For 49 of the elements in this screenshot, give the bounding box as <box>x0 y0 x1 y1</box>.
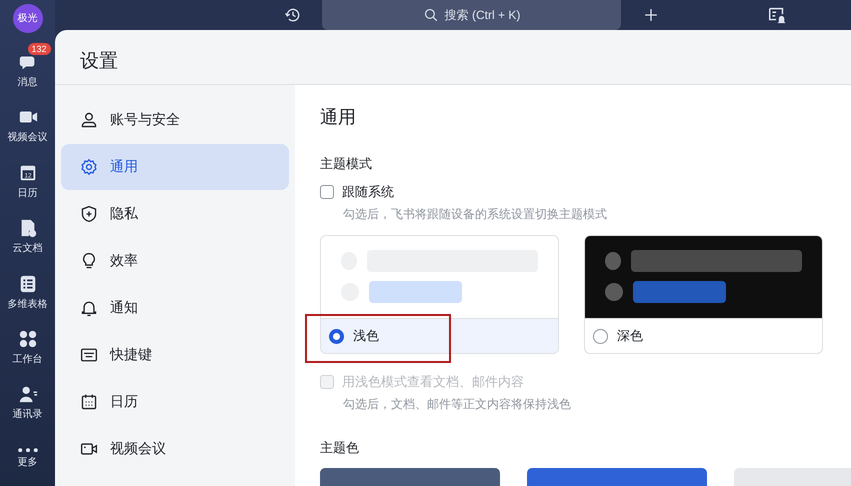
nav-item[interactable]: 云文档 <box>0 208 55 264</box>
settings-menu-item[interactable]: 效率 <box>61 238 289 284</box>
light-bulb-icon <box>80 252 98 270</box>
history-icon <box>284 6 302 24</box>
radio-button[interactable] <box>329 328 344 344</box>
nav-item[interactable]: 多维表格 <box>0 264 55 320</box>
nav-item[interactable]: 工作台 <box>0 320 55 376</box>
nav-item[interactable]: 更多 <box>0 430 55 486</box>
settings-menu-item[interactable]: 账号与安全 <box>61 97 289 143</box>
theme-card[interactable]: 浅色 <box>320 235 559 354</box>
settings-menu-item[interactable]: 通用 <box>61 144 289 190</box>
hint-text: 勾选后，飞书将跟随设备的系统设置切换主题模式 <box>343 206 608 223</box>
more-icon <box>18 448 38 452</box>
radio-label: 深色 <box>617 327 643 345</box>
settings-icon <box>80 158 98 176</box>
search-field[interactable]: 搜索 (Ctrl + K) <box>322 0 621 30</box>
person-icon <box>80 111 98 129</box>
settings-menu-item[interactable]: 隐私 <box>61 191 289 237</box>
group-label: 主题模式 <box>320 155 373 173</box>
four-dots-grid-icon <box>18 328 38 349</box>
checkbox-label: 用浅色模式查看文档、邮件内容 <box>342 373 524 391</box>
search-icon <box>422 7 439 23</box>
settings-menu-item[interactable]: 日历 <box>61 379 289 425</box>
theme-color-swatch[interactable] <box>320 468 500 486</box>
checkbox-label: 跟随系统 <box>342 183 394 201</box>
user-avatar[interactable]: 极光 <box>12 4 42 33</box>
radio-label: 浅色 <box>353 327 379 345</box>
calendar-icon <box>80 393 98 411</box>
list-sheet-icon <box>18 274 38 294</box>
unread-count-badge: 132 <box>28 42 51 55</box>
section-heading: 通用 <box>320 106 357 129</box>
settings-menu-item[interactable]: 通知 <box>61 285 289 331</box>
settings-menu-item[interactable]: 快捷键 <box>61 332 289 378</box>
checkbox[interactable] <box>320 185 334 199</box>
theme-card[interactable]: 深色 <box>584 235 823 354</box>
bell-icon <box>80 299 98 317</box>
settings-menu-item[interactable]: 视频会议 <box>61 426 289 472</box>
nav-item[interactable]: 通讯录 <box>0 375 55 431</box>
contact-person-icon <box>18 384 38 404</box>
nav-item[interactable]: 视频会议 <box>0 98 55 154</box>
keyboard-icon <box>80 346 98 364</box>
hint-text: 勾选后，文档、邮件等正文内容将保持浅色 <box>343 396 572 413</box>
bell-list-icon <box>767 5 787 25</box>
radio-button[interactable] <box>593 328 608 344</box>
nav-item[interactable]: 132 消息 <box>0 42 55 98</box>
theme-color-swatch[interactable] <box>527 468 707 486</box>
shield-icon <box>80 205 98 223</box>
group-label: 主题色 <box>320 439 360 457</box>
plus-icon <box>643 7 659 23</box>
